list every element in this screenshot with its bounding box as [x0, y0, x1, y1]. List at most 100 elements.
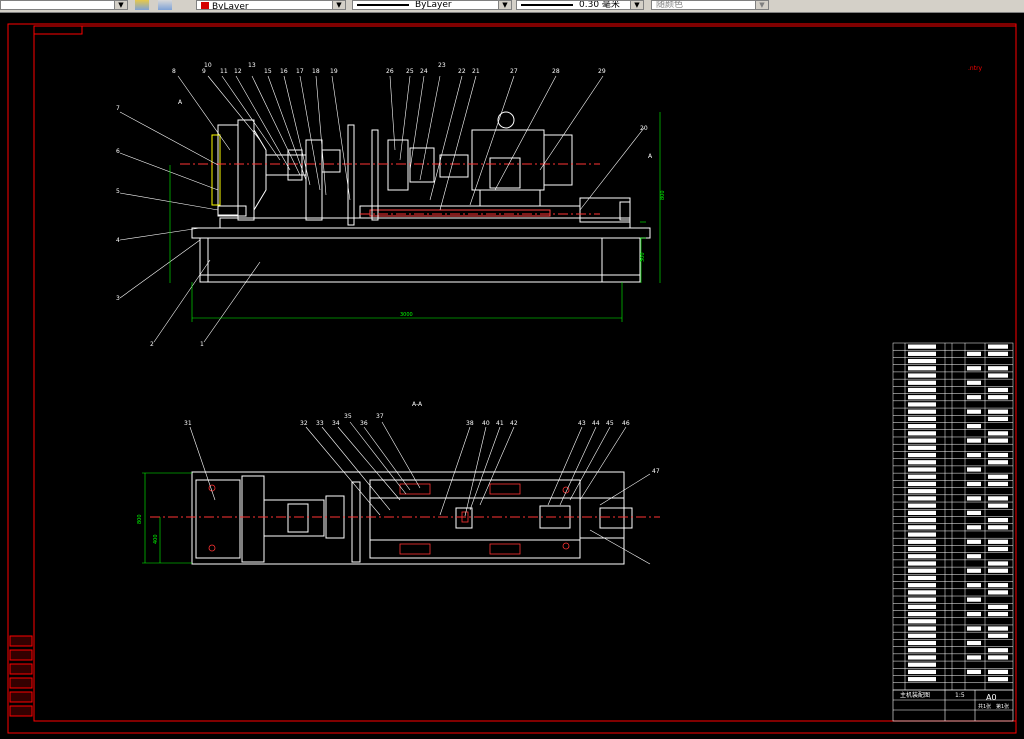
svg-text:26: 26 — [386, 68, 394, 75]
svg-text:38: 38 — [466, 420, 474, 427]
svg-text:37: 37 — [376, 413, 384, 420]
parts-list-cell-text — [908, 604, 936, 609]
revision-block — [9, 635, 33, 717]
svg-text:3000: 3000 — [400, 312, 413, 318]
parts-list-cell-text — [988, 366, 1008, 371]
svg-text:A: A — [648, 153, 653, 160]
svg-text:3: 3 — [116, 295, 120, 302]
parts-list-cell-text — [908, 539, 936, 544]
parts-list-cell-text — [908, 438, 936, 443]
plotstyle-control[interactable]: 随颜色 ▼ — [651, 0, 769, 10]
chevron-down-icon[interactable]: ▼ — [332, 1, 345, 9]
parts-list-cell-text — [988, 474, 1008, 479]
svg-text:11: 11 — [220, 68, 228, 75]
parts-list-cell-text — [988, 481, 1008, 487]
parts-list-cell-text — [908, 496, 936, 501]
parts-list-cell-text — [908, 380, 936, 385]
svg-text:42: 42 — [510, 420, 518, 427]
svg-text:33: 33 — [316, 420, 324, 427]
parts-list-cell-text — [967, 626, 981, 631]
linetype-sample-icon — [357, 4, 409, 6]
parts-list-cell-text — [967, 554, 981, 559]
parts-list-cell-text — [908, 640, 936, 646]
svg-text:300: 300 — [640, 252, 646, 262]
parts-list-cell-text — [908, 546, 936, 552]
parts-list-cell-text — [908, 677, 936, 682]
svg-text:8: 8 — [172, 68, 176, 75]
parts-list-cell-text — [908, 358, 936, 364]
parts-list-cell-text — [908, 481, 936, 487]
parts-list-cell-text — [967, 452, 981, 458]
parts-list-cell-text — [908, 344, 936, 349]
chevron-down-icon[interactable]: ▼ — [114, 1, 127, 9]
svg-text:28: 28 — [552, 68, 560, 75]
parts-list-cell-text — [908, 532, 936, 537]
svg-text:12: 12 — [234, 68, 242, 75]
drawing-canvas[interactable]: .ntry 8 9 10 11 12 13 15 16 17 18 19 26 … — [0, 12, 1024, 735]
parts-list-cell-text — [908, 575, 936, 581]
parts-list-cell-text — [988, 568, 1008, 573]
parts-list-cell-text — [908, 452, 936, 458]
svg-text:47: 47 — [652, 468, 660, 475]
parts-list-cell-text — [967, 597, 981, 602]
chevron-down-icon[interactable]: ▼ — [755, 1, 768, 9]
parts-list-cell-text — [988, 633, 1008, 638]
parts-list-cell-text — [967, 395, 981, 400]
parts-list-cell-text — [908, 611, 936, 617]
parts-list-cell-text — [908, 489, 936, 494]
svg-text:5: 5 — [116, 188, 120, 195]
parts-list-cell-text — [967, 669, 981, 675]
parts-list-cell-text — [967, 366, 981, 371]
color-control[interactable]: ByLayer ▼ — [196, 0, 346, 10]
parts-list-cell-text — [967, 510, 981, 515]
chevron-down-icon[interactable]: ▼ — [630, 1, 643, 9]
parts-list-cell-text — [967, 481, 981, 487]
lineweight-control[interactable]: 0.30 毫米 ▼ — [516, 0, 644, 10]
parts-list-cell-text — [908, 525, 936, 530]
parts-list-cell-text — [908, 395, 936, 400]
parts-list-cell-text — [988, 387, 1008, 393]
parts-list-cell-text — [908, 416, 936, 422]
parts-list-cell-text — [967, 568, 981, 573]
parts-list-cell-text — [967, 438, 981, 443]
svg-text:41: 41 — [496, 420, 504, 427]
parts-list-cell-text — [988, 648, 1008, 653]
plotstyle-control-value: 随颜色 — [656, 0, 684, 10]
parts-list-cell-text — [908, 424, 936, 429]
parts-list-cell-text — [908, 626, 936, 631]
parts-list-cell-text — [988, 395, 1008, 400]
svg-text:2: 2 — [150, 341, 154, 348]
svg-text:32: 32 — [300, 420, 308, 427]
svg-text:29: 29 — [598, 68, 606, 75]
parts-list-cell-text — [908, 445, 936, 450]
parts-list-cell-text — [988, 669, 1008, 675]
parts-list-cell-text — [908, 431, 936, 436]
svg-text:4: 4 — [116, 237, 120, 244]
svg-text:9: 9 — [202, 68, 206, 75]
layer-states-icon[interactable] — [158, 0, 172, 10]
parts-list-cell-text — [988, 590, 1008, 595]
plan-view — [150, 471, 660, 565]
svg-text:20: 20 — [640, 125, 648, 132]
parts-list-cell-text — [967, 640, 981, 646]
parts-list-cell-text — [967, 611, 981, 617]
parts-list-cell-text — [908, 554, 936, 559]
svg-text:6: 6 — [116, 148, 120, 155]
parts-list-cell-text — [988, 344, 1008, 349]
parts-list-cell-text — [988, 546, 1008, 552]
title-block-text: 主机装配图 1:5 A0 共1张 第1张 — [900, 691, 1009, 710]
parts-list-cell-text — [988, 503, 1008, 508]
parts-list-cell-text — [908, 460, 936, 465]
svg-text:35: 35 — [344, 413, 352, 420]
linetype-control[interactable]: ByLayer ▼ — [352, 0, 512, 10]
chevron-down-icon[interactable]: ▼ — [498, 1, 511, 9]
parts-list-cell-text — [988, 677, 1008, 682]
toolbar-combo-left-edge[interactable]: ▼ — [0, 0, 128, 10]
parts-list-cell-text — [908, 351, 936, 356]
parts-list-cell-text — [988, 626, 1008, 631]
parts-list-cell-text — [967, 380, 981, 385]
parts-list-cell-text — [967, 655, 981, 660]
layer-manager-icon[interactable] — [135, 0, 149, 10]
parts-list-cell-text — [967, 496, 981, 501]
svg-text:A0: A0 — [986, 693, 997, 702]
